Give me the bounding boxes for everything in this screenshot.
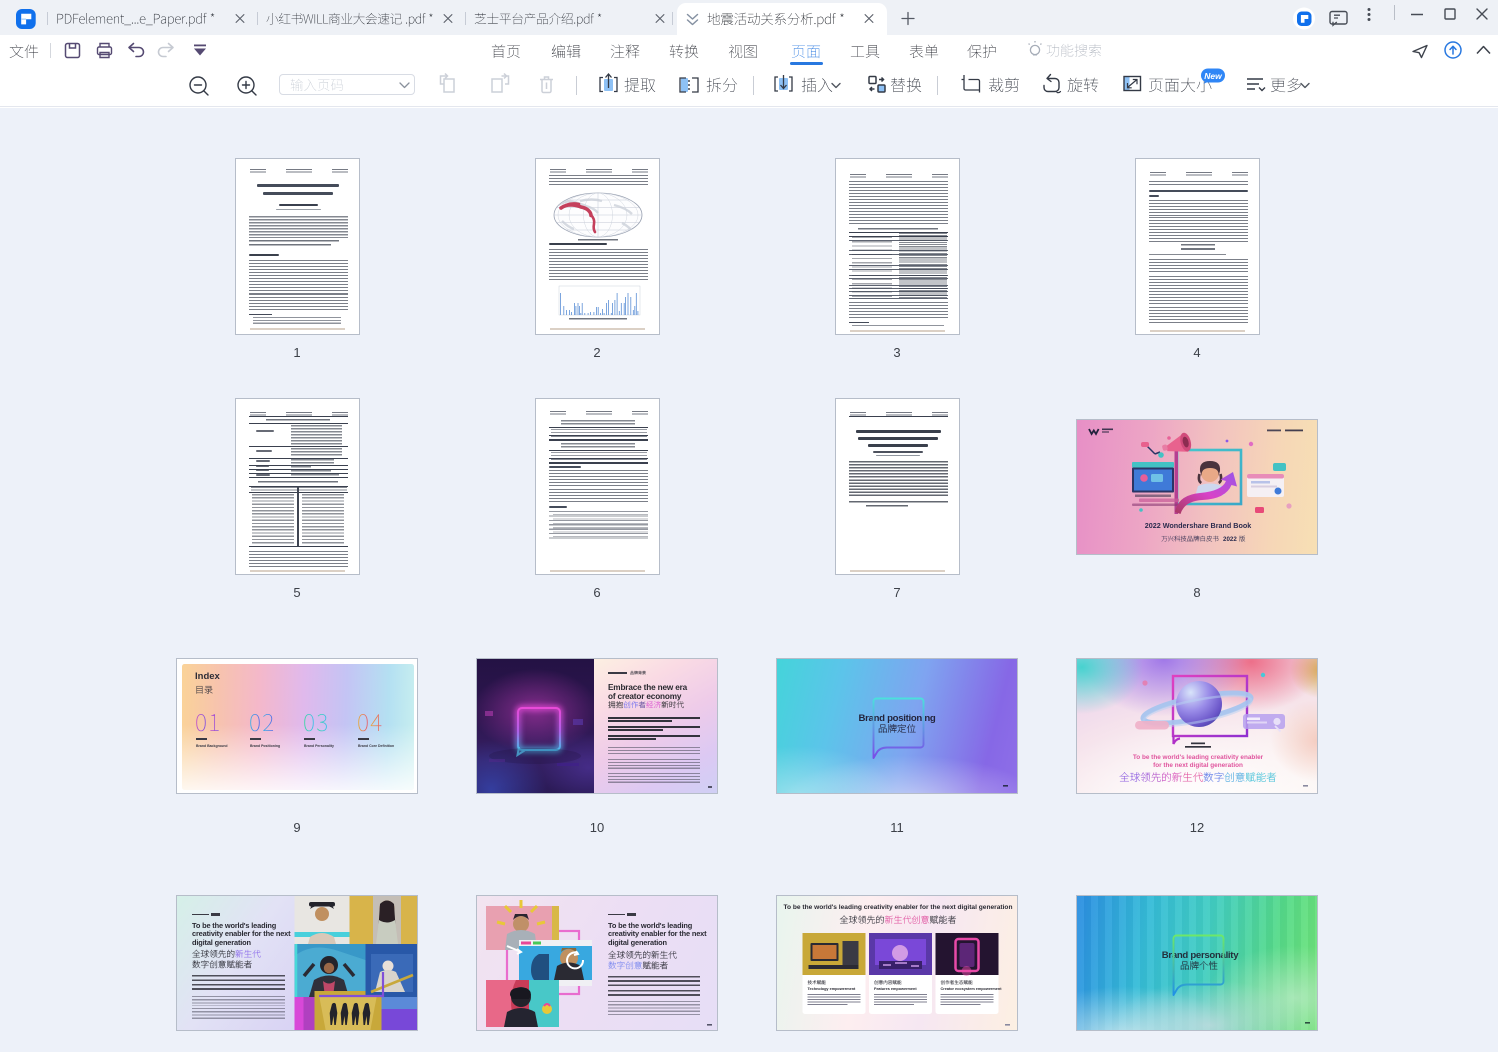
svg-text:2022: 2022 xyxy=(1223,536,1237,543)
svg-text:Features empowerment: Features empowerment xyxy=(874,987,917,991)
svg-text:for the next digital generatio: for the next digital generation xyxy=(1153,762,1243,769)
svg-text:Creator ecosystem empowerment: Creator ecosystem empowerment xyxy=(941,987,1003,991)
svg-text:Technology empowerment: Technology empowerment xyxy=(808,987,857,991)
svg-text:To be the world's leading crea: To be the world's leading creativity ena… xyxy=(1133,754,1264,761)
